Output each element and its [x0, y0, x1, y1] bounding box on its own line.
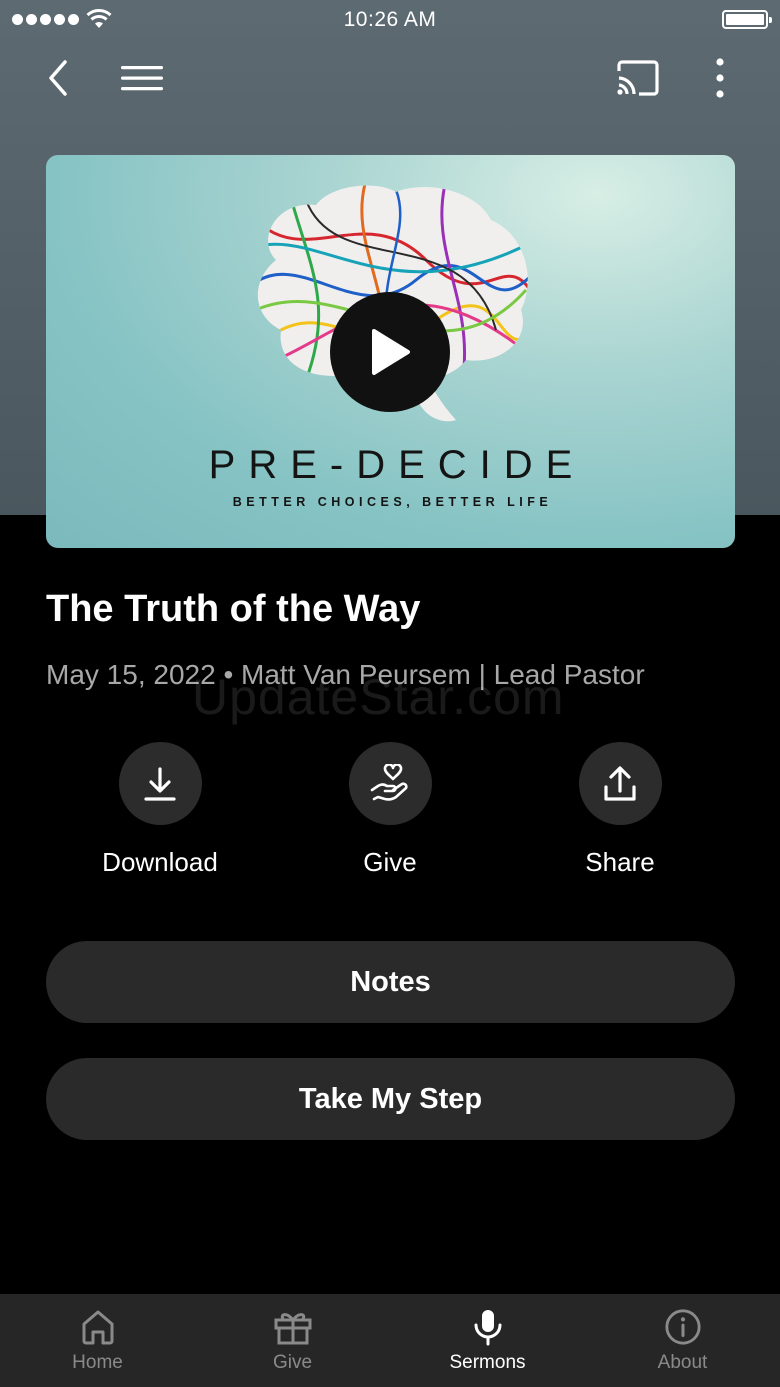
tab-give-label: Give — [272, 1352, 313, 1373]
sermon-artwork[interactable]: PRE-DECIDE BETTER CHOICES, BETTER LIFE — [46, 155, 735, 548]
home-icon — [82, 1310, 113, 1345]
download-button[interactable] — [118, 742, 202, 825]
download-label: Download — [102, 847, 218, 877]
tab-bar: Home Give Sermons About — [0, 1294, 780, 1387]
give-button[interactable] — [348, 742, 432, 825]
notes-button[interactable]: Notes — [46, 941, 735, 1023]
download-icon — [144, 766, 176, 801]
give-label: Give — [363, 847, 417, 877]
tab-about[interactable]: About — [585, 1294, 780, 1387]
tab-home[interactable]: Home — [0, 1294, 195, 1387]
microphone-icon — [474, 1310, 501, 1346]
vertical-dots-icon — [716, 58, 724, 98]
share-button[interactable] — [578, 742, 662, 825]
gift-icon — [274, 1313, 311, 1345]
series-title: PRE-DECIDE — [208, 443, 586, 487]
cast-button[interactable] — [612, 56, 664, 100]
clock: 10:26 AM — [343, 8, 437, 31]
status-bar: 10:26 AM — [0, 0, 780, 40]
series-subtitle: BETTER CHOICES, BETTER LIFE — [232, 495, 553, 509]
share-action[interactable]: Share — [530, 742, 710, 878]
heart-hand-icon — [370, 763, 408, 801]
play-icon — [372, 329, 410, 375]
take-my-step-button[interactable]: Take My Step — [46, 1058, 735, 1140]
back-button[interactable] — [36, 56, 80, 100]
tab-give[interactable]: Give — [195, 1294, 390, 1387]
battery-icon — [722, 10, 772, 29]
chevron-left-icon — [49, 60, 67, 96]
cast-icon — [617, 60, 659, 96]
give-action[interactable]: Give — [300, 742, 480, 878]
info-icon — [664, 1309, 701, 1345]
share-icon — [604, 765, 636, 801]
tab-about-label: About — [657, 1352, 708, 1373]
hamburger-icon — [121, 66, 163, 91]
watermark: UpdateStar.com — [192, 669, 565, 725]
share-label: Share — [585, 847, 655, 877]
tab-sermons[interactable]: Sermons — [390, 1294, 585, 1387]
play-button[interactable] — [330, 292, 450, 412]
tab-home-label: Home — [72, 1352, 123, 1373]
download-action[interactable]: Download — [70, 742, 250, 878]
menu-button[interactable] — [116, 56, 168, 100]
more-options-button[interactable] — [700, 56, 740, 100]
sermon-title: The Truth of the Way — [46, 588, 421, 630]
tab-sermons-label: Sermons — [449, 1352, 526, 1373]
